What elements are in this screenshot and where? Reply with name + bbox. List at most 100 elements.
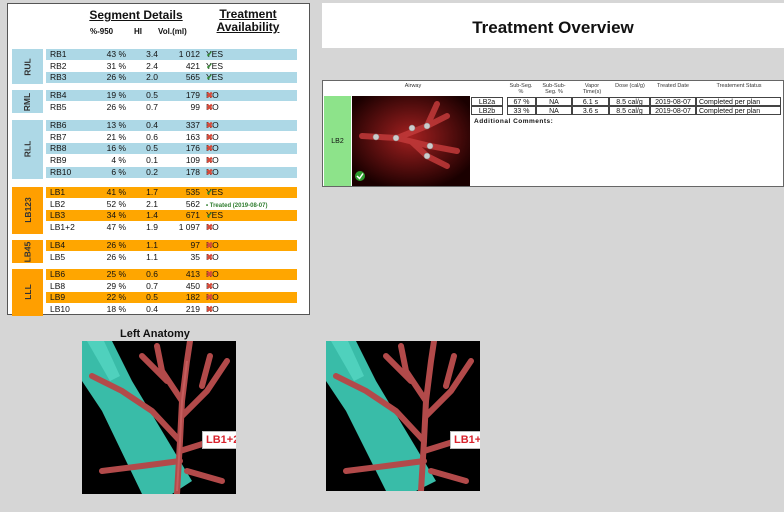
segment-name: LB9: [50, 292, 66, 303]
segment-pct: 26 %: [106, 251, 126, 262]
segment-hi: 0.7: [146, 280, 158, 291]
segment-availability: ✖ NO: [206, 102, 219, 113]
segment-availability: ✖ NO: [206, 143, 219, 154]
segment-name: LB3: [50, 210, 66, 221]
treatment-cell-date: 2019-08-07: [650, 97, 696, 106]
title-box: Treatment Overview: [322, 3, 784, 48]
cross-icon: ✖: [206, 143, 214, 154]
segment-vol: 163: [185, 131, 200, 142]
segment-group-lb123: LB123 LB1 41 % 1.7 535 ✓ YES LB2 52 % 2.1 562 • Tr…: [12, 187, 297, 234]
segment-vol: 450: [185, 280, 200, 291]
segment-name: RB10: [50, 166, 72, 177]
segment-group-lll: LLL LB6 25 % 0.6 413 ✖ NO LB8 29 % 0.7 450 ✖ NO LB9…: [12, 269, 297, 316]
segment-vol: 178: [185, 166, 200, 177]
segment-name: RB2: [50, 60, 67, 71]
segment-hi: 0.4: [146, 304, 158, 315]
segment-pct: 34 %: [106, 210, 126, 221]
treatment-cell-dose: 8.5 cal/g: [609, 106, 650, 115]
cross-icon: ✖: [206, 280, 214, 291]
segment-pct: 6 %: [111, 166, 126, 177]
segment-hi: 0.2: [146, 166, 158, 177]
segment-hi: 0.6: [146, 269, 158, 279]
segment-pct: 4 %: [111, 155, 126, 166]
segment-row: RB10 6 % 0.2 178 ✖ NO: [46, 166, 297, 178]
treatment-availability-header: Treatment Availability: [208, 8, 288, 34]
segment-availability: ✖ NO: [206, 155, 219, 166]
anatomy-render-2: [326, 341, 480, 491]
segment-pct: 43 %: [106, 49, 126, 59]
treatment-cell-subseg: 67 %: [507, 97, 536, 106]
segment-row: RB8 16 % 0.5 176 ✖ NO: [46, 143, 297, 155]
segment-row: LB4 26 % 1.1 97 ✖ NO: [46, 240, 297, 251]
treatment-row: LB2b 33 % NA 3.6 s 8.5 cal/g 2019-08-07 Comple…: [323, 106, 781, 115]
anatomy-label-lb1-2b: LB1+2b: [202, 431, 236, 449]
segment-availability: ✖ NO: [206, 167, 219, 178]
segment-name: RB1: [50, 49, 67, 59]
segment-vol: 99: [190, 101, 200, 112]
segment-name: LB4: [50, 240, 66, 250]
treatment-cell-dose: 8.5 cal/g: [609, 97, 650, 106]
col-pct-header: %-950: [90, 27, 114, 36]
segment-vol: 337: [185, 120, 200, 130]
segment-name: LB5: [50, 251, 66, 262]
segment-hi: 2.4: [146, 60, 158, 71]
segment-availability: ✓ YES: [206, 187, 223, 198]
cross-icon: ✖: [206, 120, 214, 130]
segment-availability: ✓ YES: [206, 72, 223, 83]
check-icon: ✓: [206, 72, 214, 83]
treatment-cell-airway: LB2b: [471, 106, 503, 115]
segment-hi: 0.7: [146, 101, 158, 112]
segment-row: LB3 34 % 1.4 671 ✓ YES: [46, 210, 297, 222]
segment-row: RB4 19 % 0.5 179 ✖ NO: [46, 90, 297, 101]
segment-availability: ✖ NO: [206, 281, 219, 292]
segment-name: RB3: [50, 72, 67, 83]
treatment-row: LB2a 67 % NA 6.1 s 8.5 cal/g 2019-08-07 Comple…: [323, 97, 781, 106]
segment-row: LB8 29 % 0.7 450 ✖ NO: [46, 281, 297, 292]
cross-icon: ✖: [206, 251, 214, 262]
page-title: Treatment Overview: [472, 18, 634, 37]
segment-name: RB4: [50, 90, 67, 100]
segment-hi: 0.5: [146, 143, 158, 154]
segment-name: RB7: [50, 131, 67, 142]
segment-vol: 219: [185, 304, 200, 315]
col-hi-header: HI: [134, 27, 142, 36]
segment-hi: 1.1: [146, 240, 158, 250]
segment-row: RB6 13 % 0.4 337 ✖ NO: [46, 120, 297, 131]
th-subseg: Sub-Seg. %: [509, 83, 533, 95]
segment-group-label: LLL: [12, 269, 43, 316]
segment-pct: 22 %: [106, 292, 126, 303]
left-anatomy-title: Left Anatomy: [120, 328, 190, 340]
check-icon: ✓: [206, 187, 214, 197]
th-airway: Airway: [404, 83, 422, 89]
segment-name: LB6: [50, 269, 66, 279]
segment-group-label-text: RLL: [22, 140, 33, 158]
segment-availability: ✖ NO: [206, 222, 219, 233]
segment-row: RB5 26 % 0.7 99 ✖ NO: [46, 102, 297, 113]
segment-availability: ✖ NO: [206, 304, 219, 315]
treatment-cell-subsubseg: NA: [536, 106, 572, 115]
segment-vol: 535: [185, 187, 200, 197]
segment-hi: 2.1: [146, 198, 158, 209]
cross-icon: ✖: [206, 222, 214, 233]
segment-pct: 52 %: [106, 198, 126, 209]
segment-name: RB9: [50, 155, 67, 166]
segment-vol: 562: [185, 198, 200, 209]
segment-pct: 26 %: [106, 101, 126, 112]
cross-icon: ✖: [206, 131, 214, 142]
segment-pct: 25 %: [106, 269, 126, 279]
segment-name: RB5: [50, 101, 67, 112]
anatomy-image-1: LB1+2b: [82, 341, 236, 494]
segment-row: RB9 4 % 0.1 109 ✖ NO: [46, 155, 297, 166]
segment-availability: ✓ YES: [206, 49, 223, 60]
segment-row: LB1+2 47 % 1.9 1 097 ✖ NO: [46, 222, 297, 233]
segment-vol: 179: [185, 90, 200, 100]
segment-pct: 26 %: [106, 72, 126, 83]
segment-hi: 0.1: [146, 155, 158, 166]
segment-vol: 671: [185, 210, 200, 221]
segment-hi: 1.4: [146, 210, 158, 221]
segment-vol: 1 097: [178, 222, 200, 233]
cross-icon: ✖: [206, 166, 214, 177]
segment-vol: 182: [185, 292, 200, 303]
anatomy-label-lb1-2a: LB1+2a: [450, 431, 480, 449]
segment-name: LB10: [50, 304, 70, 315]
